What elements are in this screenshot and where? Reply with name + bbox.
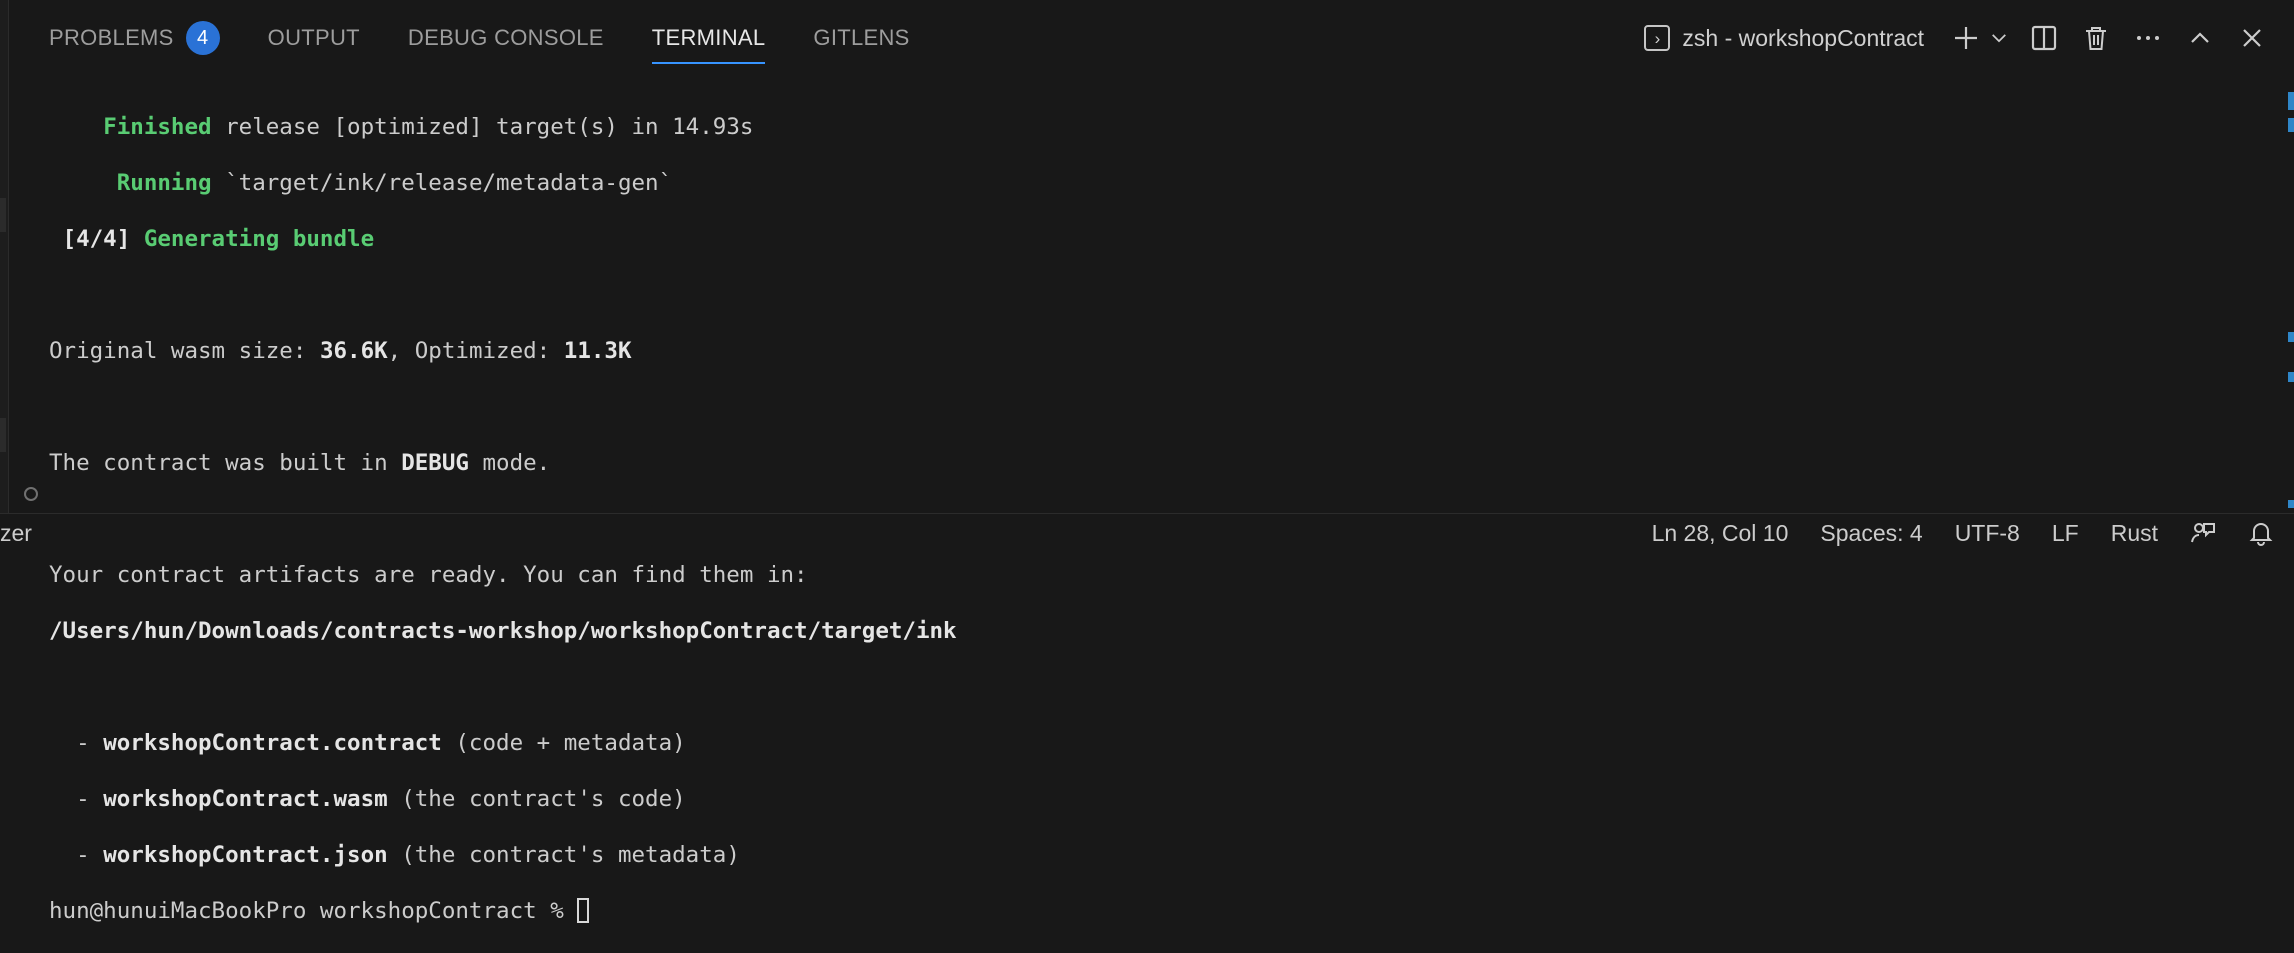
artifacts-path: /Users/hun/Downloads/contracts-workshop/…	[49, 618, 957, 644]
scrollbar-markers[interactable]	[2284, 80, 2294, 510]
panel-header: PROBLEMS 4 OUTPUT DEBUG CONSOLE TERMINAL…	[8, 0, 2294, 76]
tab-label: OUTPUT	[267, 25, 360, 50]
terminal-line: The contract was built in DEBUG mode.	[49, 449, 957, 477]
terminal-text: `target/ink/release/metadata-gen`	[211, 170, 673, 196]
kill-terminal-button[interactable]	[2078, 20, 2114, 56]
plus-icon	[1955, 27, 1977, 49]
scroll-marker	[2288, 500, 2294, 508]
terminal-dropdown-button[interactable]	[1988, 20, 2010, 56]
terminal-cursor	[577, 898, 590, 923]
terminal-line: [4/4] Generating bundle	[49, 225, 957, 253]
step-indicator: [4/4]	[62, 226, 131, 252]
tab-terminal[interactable]: TERMINAL	[651, 0, 766, 76]
chevron-up-icon	[2191, 32, 2209, 43]
command-decoration-icon[interactable]	[24, 487, 38, 501]
notifications-button[interactable]	[2248, 520, 2274, 546]
terminal-line: Finished release [optimized] target(s) i…	[49, 113, 957, 141]
running-keyword: Running	[116, 170, 212, 196]
gutter-mark	[0, 198, 6, 232]
artifact-line: - workshopContract.wasm (the contract's …	[49, 786, 686, 812]
artifact-name: workshopContract.contract	[103, 730, 442, 756]
tab-label: TERMINAL	[651, 25, 766, 50]
build-mode: DEBUG	[401, 450, 469, 476]
prompt-line: hun@hunuiMacBookPro workshopContract %	[49, 897, 957, 925]
terminal-name: zsh - workshopContract	[1682, 24, 1924, 51]
status-left-item[interactable]: zer	[0, 520, 32, 547]
terminal-line: Running `target/ink/release/metadata-gen…	[49, 169, 957, 197]
status-bar: zer Ln 28, Col 10 Spaces: 4 UTF-8 LF Rus…	[0, 513, 2294, 552]
terminal-icon: ›	[1644, 25, 1671, 51]
terminal-text: , Optimized:	[387, 338, 564, 364]
artifact-line: - workshopContract.contract (code + meta…	[49, 730, 686, 756]
encoding[interactable]: UTF-8	[1955, 520, 2020, 547]
end-of-line[interactable]: LF	[2052, 520, 2079, 547]
tab-label: PROBLEMS	[49, 25, 174, 50]
maximize-panel-button[interactable]	[2182, 20, 2218, 56]
scroll-marker	[2288, 92, 2294, 110]
artifact-desc: (the contract's metadata)	[387, 842, 740, 868]
tab-problems[interactable]: PROBLEMS 4	[49, 0, 220, 76]
new-terminal-button[interactable]	[1948, 20, 1984, 56]
tab-label: DEBUG CONSOLE	[407, 25, 604, 50]
finished-keyword: Finished	[103, 114, 212, 140]
terminal-text: Original wasm size:	[49, 338, 320, 364]
gutter-mark	[0, 418, 6, 452]
tab-gitlens[interactable]: GITLENS	[813, 0, 909, 76]
scroll-marker	[2288, 118, 2294, 132]
tab-debug-console[interactable]: DEBUG CONSOLE	[408, 0, 604, 76]
feedback-icon	[2191, 523, 2215, 543]
language-mode[interactable]: Rust	[2111, 520, 2158, 547]
more-icon	[2137, 36, 2159, 40]
more-actions-button[interactable]	[2130, 20, 2166, 56]
feedback-button[interactable]	[2190, 520, 2216, 546]
artifact-desc: (the contract's code)	[387, 786, 686, 812]
shell-prompt: hun@hunuiMacBookPro workshopContract %	[49, 898, 578, 924]
left-edge-gutter	[0, 0, 9, 514]
chevron-down-icon	[1992, 34, 2006, 43]
terminal-text: mode.	[468, 450, 551, 476]
scroll-marker	[2288, 372, 2294, 382]
bell-icon	[2249, 523, 2273, 546]
split-terminal-button[interactable]	[2026, 20, 2062, 56]
artifact-desc: (code + metadata)	[441, 730, 686, 756]
split-icon	[2031, 25, 2057, 51]
wasm-size: 36.6K	[319, 338, 388, 364]
artifact-name: workshopContract.wasm	[103, 786, 388, 812]
artifact-name: workshopContract.json	[103, 842, 388, 868]
close-icon	[2243, 29, 2261, 47]
close-panel-button[interactable]	[2234, 20, 2270, 56]
terminal-text: The contract was built in	[49, 450, 402, 476]
terminal-selector[interactable]: › zsh - workshopContract	[1644, 25, 1924, 52]
terminal-line: Your contract artifacts are ready. You c…	[49, 562, 808, 588]
step-text: Generating bundle	[143, 226, 375, 252]
cursor-position[interactable]: Ln 28, Col 10	[1652, 520, 1789, 547]
scroll-marker	[2288, 332, 2294, 342]
optimized-size: 11.3K	[563, 338, 632, 364]
panel-actions: › zsh - workshopContract	[1644, 0, 2294, 76]
tab-label: GITLENS	[813, 25, 910, 50]
problems-count-badge: 4	[185, 21, 220, 55]
indentation[interactable]: Spaces: 4	[1820, 520, 1922, 547]
tab-output[interactable]: OUTPUT	[268, 0, 360, 76]
terminal-text: release [optimized] target(s) in 14.93s	[211, 114, 754, 140]
trash-icon	[2086, 27, 2106, 50]
status-right-group: Ln 28, Col 10 Spaces: 4 UTF-8 LF Rust	[1620, 514, 2274, 552]
terminal-line: Original wasm size: 36.6K, Optimized: 11…	[49, 337, 957, 365]
artifact-line: - workshopContract.json (the contract's …	[49, 842, 740, 868]
panel-tabs: PROBLEMS 4 OUTPUT DEBUG CONSOLE TERMINAL…	[49, 0, 958, 76]
